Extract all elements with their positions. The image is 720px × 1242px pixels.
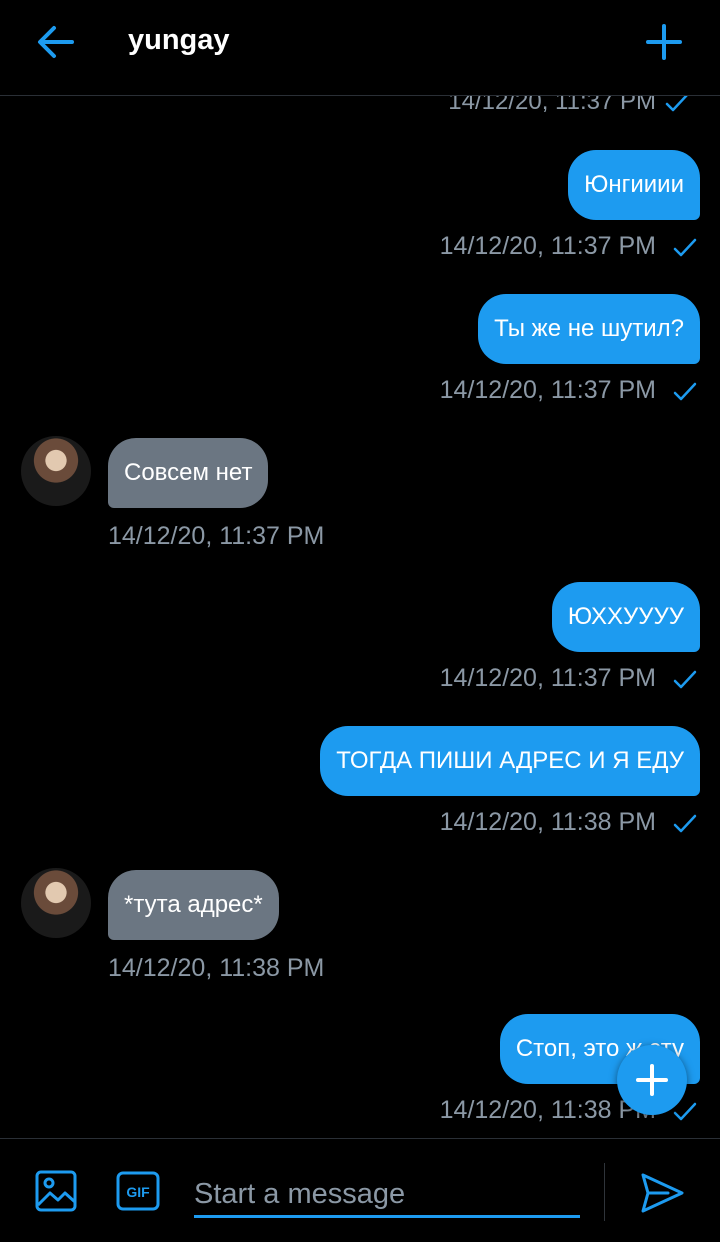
avatar[interactable] [21, 436, 91, 506]
check-icon [673, 238, 697, 257]
message-bubble-outgoing[interactable]: ЮХХУУУУ [551, 582, 700, 652]
divider [604, 1163, 605, 1221]
gif-button[interactable]: GIF [116, 1171, 160, 1211]
add-media-button[interactable] [34, 1169, 78, 1213]
check-icon [673, 814, 697, 833]
conversation-title[interactable]: yungay [128, 24, 230, 57]
message-timestamp: 14/12/20, 11:37 PM [439, 232, 656, 260]
send-button[interactable] [638, 1171, 686, 1215]
back-button[interactable] [32, 22, 80, 62]
new-message-button[interactable] [640, 22, 688, 62]
message-bubble-outgoing[interactable]: ТОГДА ПИШИ АДРЕС И Я ЕДУ [320, 726, 700, 796]
message-bubble-outgoing[interactable]: Ты же не шутил? [478, 294, 700, 364]
message-bubble-incoming[interactable]: Совсем нет [108, 438, 269, 508]
message-bubble-outgoing[interactable]: Юнгииии [568, 150, 700, 220]
top-bar: yungay [0, 0, 720, 96]
message-timestamp: 14/12/20, 11:37 PM [439, 664, 656, 692]
avatar[interactable] [21, 868, 91, 938]
image-icon [35, 1170, 77, 1212]
message-composer: GIF [0, 1138, 720, 1242]
message-timestamp: 14/12/20, 11:37 PM [108, 522, 325, 550]
plus-icon [646, 24, 682, 60]
message-feed[interactable]: 14/12/20, 11:37 PM Юнгииии 14/12/20, 11:… [0, 96, 720, 1138]
message-timestamp: 14/12/20, 11:38 PM [439, 808, 656, 836]
gif-icon: GIF [116, 1171, 160, 1211]
message-bubble-incoming[interactable]: *тута адрес* [108, 870, 279, 940]
check-icon [665, 96, 688, 112]
arrow-left-icon [38, 26, 74, 58]
cut-off-timestamp: 14/12/20, 11:37 PM [448, 96, 656, 115]
plus-icon [636, 1064, 668, 1096]
check-icon [673, 670, 697, 689]
message-timestamp: 14/12/20, 11:37 PM [439, 376, 656, 404]
svg-text:GIF: GIF [126, 1184, 150, 1200]
floating-action-button[interactable] [617, 1045, 687, 1115]
message-timestamp: 14/12/20, 11:38 PM [108, 954, 325, 982]
message-input[interactable] [194, 1173, 580, 1218]
send-icon [641, 1173, 684, 1213]
check-icon [673, 382, 697, 401]
